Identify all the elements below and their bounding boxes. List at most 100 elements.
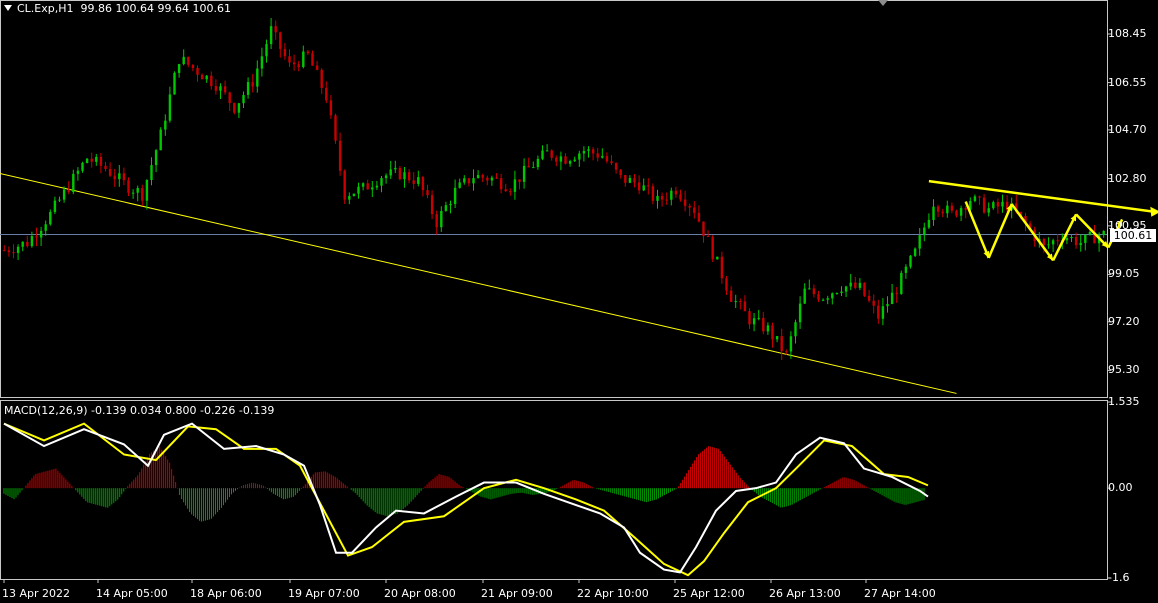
candle-body [329, 100, 333, 116]
candle-body [978, 196, 981, 198]
candle-body [798, 303, 802, 323]
candle-body [987, 208, 990, 213]
ohlc-values: 99.86 100.64 99.64 100.61 [80, 2, 231, 15]
candle-body [159, 129, 162, 151]
price-tick-label: 95.30 [1108, 363, 1140, 377]
candle-body [757, 317, 760, 319]
candle-body [1070, 236, 1073, 239]
candle-body [334, 115, 337, 141]
candle-body [647, 185, 650, 187]
candle-body [734, 301, 737, 303]
time-tick-label: 26 Apr 13:00 [769, 587, 841, 600]
candle-body [619, 169, 622, 175]
candle-body [118, 173, 121, 180]
candle-body [656, 195, 659, 201]
candle-body [99, 156, 103, 166]
candle-body [3, 250, 6, 252]
candle-body [559, 156, 563, 162]
candle-body [1074, 236, 1078, 246]
candle-body [21, 241, 24, 247]
candle-body [513, 179, 517, 192]
candle-body [237, 103, 241, 113]
candle-body [840, 291, 843, 294]
candle-body [826, 298, 829, 300]
candle-body [665, 199, 668, 201]
candle-body [568, 161, 572, 164]
candle-body [913, 248, 917, 256]
candle-body [660, 195, 664, 200]
candle-body [177, 64, 181, 73]
candle-body [780, 336, 783, 352]
candle-body [904, 266, 908, 273]
candle-body [108, 168, 112, 176]
candle-body [440, 210, 443, 228]
candle-body [509, 191, 512, 193]
time-tick-label: 21 Apr 09:00 [481, 587, 553, 600]
candle-body [1065, 238, 1069, 241]
candle-body [242, 94, 245, 104]
candle-body [72, 173, 75, 193]
candle-body [260, 56, 264, 69]
candle-body [624, 174, 627, 183]
time-tick-label: 18 Apr 06:00 [190, 587, 262, 600]
candle-body [122, 173, 126, 181]
candle-body [495, 177, 498, 179]
candle-body [472, 178, 475, 184]
candle-body [191, 64, 195, 69]
price-tick-label: 102.80 [1108, 171, 1147, 185]
candle-body [821, 299, 825, 301]
candle-body [90, 158, 93, 162]
candle-body [946, 205, 949, 214]
candle-body [716, 256, 719, 260]
time-tick-label: 25 Apr 12:00 [673, 587, 745, 600]
candle-body [973, 196, 977, 201]
candle-body [449, 203, 452, 206]
candle-body [412, 180, 415, 184]
candle-body [53, 200, 57, 212]
candle-body [950, 205, 954, 211]
time-tick-label: 13 Apr 2022 [2, 587, 71, 600]
current-price-label: 100.61 [1110, 228, 1156, 242]
candle-body [320, 69, 323, 88]
candle-body [421, 177, 425, 191]
candle-body [858, 282, 862, 288]
symbol-header[interactable]: CL.Exp,H1 99.86 100.64 99.64 100.61 [4, 2, 231, 15]
dropdown-icon[interactable] [4, 5, 12, 11]
candle-body [67, 189, 70, 193]
candle-body [900, 272, 903, 295]
candle-body [81, 162, 84, 171]
candle-body [1047, 244, 1050, 246]
candle-body [196, 68, 199, 75]
macd-label: MACD(12,26,9) -0.139 0.034 0.800 -0.226 … [4, 404, 275, 417]
candle-body [85, 158, 89, 163]
candle-body [486, 177, 489, 181]
candle-body [366, 183, 369, 190]
time-tick-label: 19 Apr 07:00 [288, 587, 360, 600]
candle-body [274, 26, 277, 33]
candle-body [16, 246, 20, 253]
candle-body [992, 202, 995, 209]
candle-body [518, 179, 521, 182]
candle-body [371, 187, 374, 190]
candle-body [1084, 234, 1087, 243]
candle-body [541, 150, 544, 159]
candle-body [219, 86, 222, 91]
candle-body [854, 282, 857, 288]
candle-body [62, 189, 66, 200]
candle-body [863, 282, 866, 296]
candle-body [361, 183, 365, 187]
candle-body [430, 195, 434, 215]
time-tick-label: 27 Apr 14:00 [864, 587, 936, 600]
candle-body [936, 206, 940, 212]
candle-body [223, 86, 227, 93]
candle-body [550, 150, 553, 158]
candle-body [1088, 231, 1092, 235]
candle-body [58, 199, 61, 201]
candle-body [651, 186, 655, 201]
candle-body [131, 192, 135, 194]
candle-body [844, 286, 848, 292]
symbol-label: CL.Exp,H1 [17, 2, 74, 15]
candle-body [292, 62, 296, 65]
candle-body [127, 180, 130, 193]
candle-body [306, 51, 310, 54]
